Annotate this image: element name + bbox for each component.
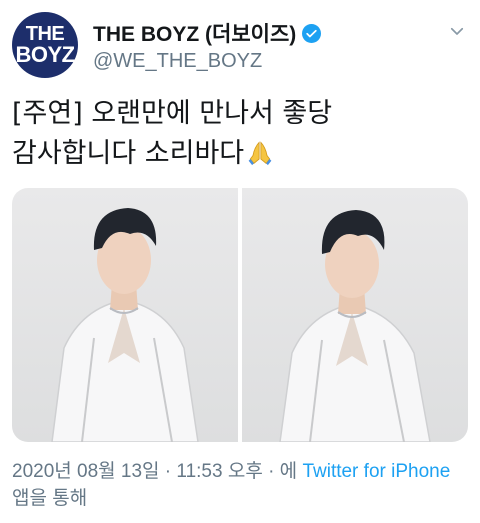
avatar-line2: BOYZ (15, 42, 75, 67)
tweet-text-line2: 감사합니다 소리바다 (12, 134, 468, 174)
tweet-meta: 2020년 08월 13일 · 11:53 오후 · 에 Twitter for… (12, 458, 468, 512)
avatar-line1: THE (25, 23, 65, 45)
tweet-text-line2-text: 감사합니다 소리바다 (12, 138, 245, 169)
avatar[interactable]: THE BOYZ (12, 12, 78, 78)
photo-2-figure (279, 210, 431, 442)
tweet-text-line1: [주연] 오랜만에 만나서 좋당 (12, 98, 333, 129)
tweet-text: [주연] 오랜만에 만나서 좋당 감사합니다 소리바다 (12, 94, 468, 174)
user-handle[interactable]: @WE_THE_BOYZ (93, 50, 262, 73)
photo-1-figure (51, 208, 199, 442)
display-name[interactable]: THE BOYZ (더보이즈) (93, 18, 296, 48)
chevron-down-icon[interactable] (448, 22, 466, 40)
photo-1[interactable] (12, 188, 238, 442)
source-suffix: 앱을 통해 (12, 488, 88, 509)
folded-hands-emoji-icon (248, 141, 272, 166)
tweet: THE BOYZ THE BOYZ (더보이즈) @WE_THE_BOYZ [주… (0, 0, 480, 523)
tweet-timestamp[interactable]: 2020년 08월 13일 · 11:53 오후 · 에 (12, 461, 302, 482)
media-grid[interactable] (12, 188, 468, 442)
source-link[interactable]: Twitter for iPhone (302, 461, 450, 482)
verified-icon (302, 23, 322, 43)
photo-2[interactable] (242, 188, 468, 442)
name-row[interactable]: THE BOYZ (더보이즈) (93, 18, 322, 48)
